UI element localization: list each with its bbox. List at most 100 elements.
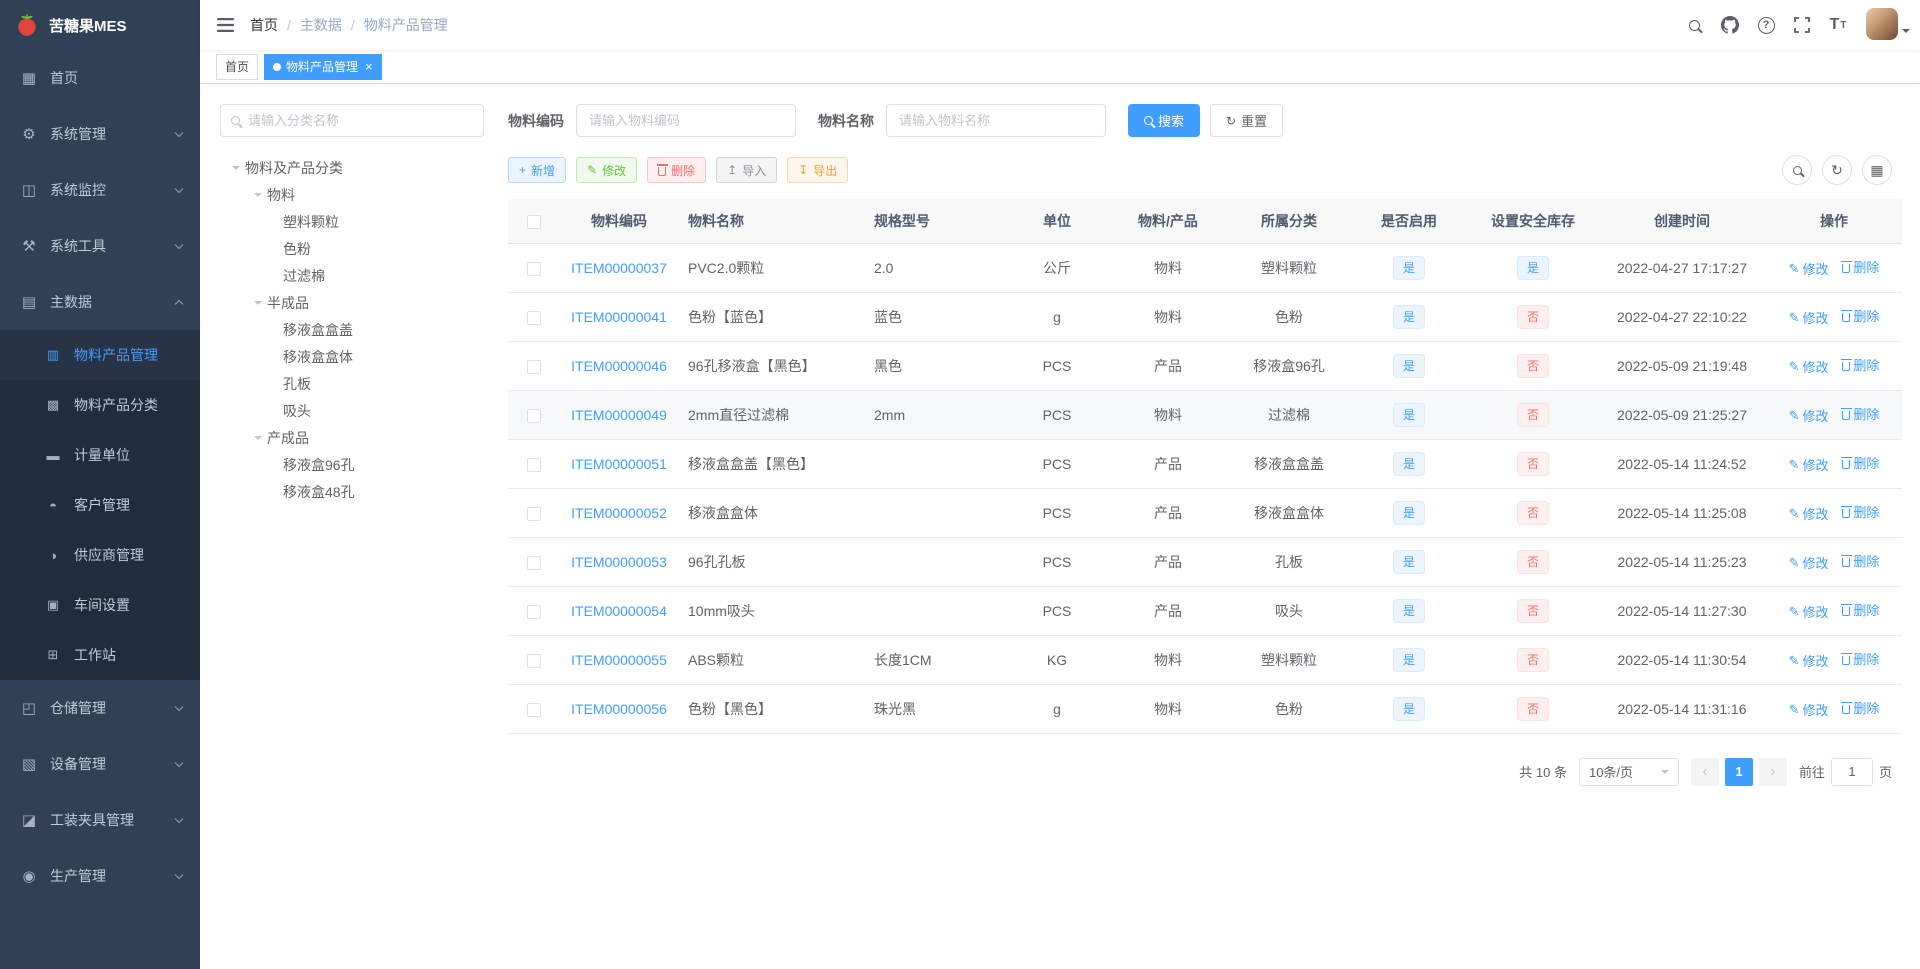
edit-link[interactable]: ✎ 修改 xyxy=(1789,504,1829,523)
tree-node[interactable]: 半成品 xyxy=(220,289,484,316)
tree-node[interactable]: 物料及产品分类 xyxy=(220,154,484,181)
page-size-select[interactable]: 10条/页 xyxy=(1578,757,1679,786)
edit-link[interactable]: ✎ 修改 xyxy=(1789,406,1829,425)
material-code-link[interactable]: ITEM00000041 xyxy=(571,309,667,325)
delete-button[interactable]: 删除 xyxy=(647,157,707,183)
edit-link[interactable]: ✎ 修改 xyxy=(1789,700,1829,719)
table-row[interactable]: ITEM00000051 移液盒盒盖【黑色】 PCS 产品 移液盒盒盖 是 否 … xyxy=(508,439,1902,489)
sidebar-item-system-tools[interactable]: ⚒ 系统工具 xyxy=(0,218,200,274)
tree-node[interactable]: 过滤棉 xyxy=(220,262,484,289)
caret-down-icon[interactable] xyxy=(254,192,262,201)
sidebar-item-warehouse-mgmt[interactable]: ◰ 仓储管理 xyxy=(0,680,200,736)
tree-node[interactable]: 物料 xyxy=(220,181,484,208)
delete-link[interactable]: 删除 xyxy=(1840,698,1879,717)
breadcrumb-item[interactable]: 主数据 xyxy=(300,15,342,35)
table-row[interactable]: ITEM00000041 色粉【蓝色】 蓝色 g 物料 色粉 是 否 2022-… xyxy=(508,292,1902,342)
github-icon[interactable] xyxy=(1714,9,1746,41)
material-code-link[interactable]: ITEM00000055 xyxy=(571,652,667,668)
material-code-link[interactable]: ITEM00000049 xyxy=(571,407,667,423)
row-checkbox[interactable] xyxy=(527,310,541,325)
material-code-link[interactable]: ITEM00000053 xyxy=(571,554,667,570)
add-button[interactable]: + 新增 xyxy=(508,157,567,183)
caret-down-icon[interactable] xyxy=(232,165,240,174)
material-code-link[interactable]: ITEM00000054 xyxy=(571,603,667,619)
edit-button[interactable]: ✎ 修改 xyxy=(576,157,638,183)
material-code-link[interactable]: ITEM00000056 xyxy=(571,701,667,717)
tree-node[interactable]: 吸头 xyxy=(220,397,484,424)
edit-link[interactable]: ✎ 修改 xyxy=(1789,455,1829,474)
row-checkbox[interactable] xyxy=(527,555,541,570)
font-size-icon[interactable]: TT xyxy=(1822,9,1854,41)
tree-node[interactable]: 移液盒96孔 xyxy=(220,451,484,478)
table-row[interactable]: ITEM00000037 PVC2.0颗粒 2.0 公斤 物料 塑料颗粒 是 是… xyxy=(508,243,1902,293)
category-search-input[interactable] xyxy=(248,113,473,128)
row-checkbox[interactable] xyxy=(527,359,541,374)
edit-link[interactable]: ✎ 修改 xyxy=(1789,553,1829,572)
fullscreen-icon[interactable] xyxy=(1786,9,1818,41)
sidebar-item-master-data[interactable]: ▤ 主数据 xyxy=(0,274,200,330)
sidebar-item-material-product-category[interactable]: ▩ 物料产品分类 xyxy=(0,380,200,430)
import-button[interactable]: ↥ 导入 xyxy=(716,157,778,183)
delete-link[interactable]: 删除 xyxy=(1840,453,1879,472)
table-row[interactable]: ITEM00000056 色粉【黑色】 珠光黑 g 物料 色粉 是 否 2022… xyxy=(508,684,1902,734)
delete-link[interactable]: 删除 xyxy=(1840,306,1879,325)
sidebar-item-workshop-settings[interactable]: ▣ 车间设置 xyxy=(0,580,200,630)
next-page-button[interactable]: › xyxy=(1758,757,1787,786)
table-row[interactable]: ITEM00000049 2mm直径过滤棉 2mm PCS 物料 过滤棉 是 否… xyxy=(508,390,1902,440)
tree-node[interactable]: 移液盒48孔 xyxy=(220,478,484,505)
row-checkbox[interactable] xyxy=(527,702,541,717)
table-row[interactable]: ITEM00000055 ABS颗粒 长度1CM KG 物料 塑料颗粒 是 否 … xyxy=(508,635,1902,685)
edit-link[interactable]: ✎ 修改 xyxy=(1789,357,1829,376)
tag-home[interactable]: 首页 xyxy=(216,53,259,80)
material-code-link[interactable]: ITEM00000051 xyxy=(571,456,667,472)
page-goto-input[interactable] xyxy=(1830,757,1873,786)
reset-button[interactable]: ↻ 重置 xyxy=(1210,104,1284,137)
row-checkbox[interactable] xyxy=(527,457,541,472)
table-row[interactable]: ITEM00000046 96孔移液盒【黑色】 黑色 PCS 产品 移液盒96孔… xyxy=(508,341,1902,391)
delete-link[interactable]: 删除 xyxy=(1840,257,1879,276)
user-menu[interactable] xyxy=(1866,8,1910,42)
sidebar-item-system-mgmt[interactable]: ⚙ 系统管理 xyxy=(0,106,200,162)
tree-node[interactable]: 孔板 xyxy=(220,370,484,397)
material-code-link[interactable]: ITEM00000037 xyxy=(571,260,667,276)
sidebar-item-tooling-fixture-mgmt[interactable]: ◪ 工装夹具管理 xyxy=(0,792,200,848)
caret-down-icon[interactable] xyxy=(254,300,262,309)
tree-node[interactable]: 色粉 xyxy=(220,235,484,262)
table-row[interactable]: ITEM00000054 10mm吸头 PCS 产品 吸头 是 否 2022-0… xyxy=(508,586,1902,636)
edit-link[interactable]: ✎ 修改 xyxy=(1789,651,1829,670)
export-button[interactable]: ↧ 导出 xyxy=(787,157,849,183)
column-settings-button[interactable]: ▦ xyxy=(1862,155,1892,185)
select-all-checkbox[interactable] xyxy=(527,214,541,229)
material-name-input[interactable] xyxy=(886,104,1106,137)
sidebar-item-system-monitor[interactable]: ◫ 系统监控 xyxy=(0,162,200,218)
material-code-input[interactable] xyxy=(576,104,796,137)
row-checkbox[interactable] xyxy=(527,604,541,619)
table-row[interactable]: ITEM00000053 96孔孔板 PCS 产品 孔板 是 否 2022-05… xyxy=(508,537,1902,587)
help-icon[interactable]: ? xyxy=(1750,9,1782,41)
breadcrumb-item[interactable]: 首页 xyxy=(250,15,278,35)
edit-link[interactable]: ✎ 修改 xyxy=(1789,602,1829,621)
material-code-link[interactable]: ITEM00000052 xyxy=(571,505,667,521)
toggle-search-button[interactable] xyxy=(1782,155,1812,185)
tree-node[interactable]: 移液盒盒体 xyxy=(220,343,484,370)
close-icon[interactable]: × xyxy=(365,60,373,73)
delete-link[interactable]: 删除 xyxy=(1840,355,1879,374)
edit-link[interactable]: ✎ 修改 xyxy=(1789,259,1829,278)
logo[interactable]: 苦糖果MES xyxy=(0,0,200,50)
search-button[interactable]: 搜索 xyxy=(1128,104,1201,137)
search-icon[interactable] xyxy=(1678,9,1710,41)
material-code-link[interactable]: ITEM00000046 xyxy=(571,358,667,374)
tree-node[interactable]: 产成品 xyxy=(220,424,484,451)
delete-link[interactable]: 删除 xyxy=(1840,551,1879,570)
sidebar-item-production-mgmt[interactable]: ◉ 生产管理 xyxy=(0,848,200,904)
sidebar-item-workstation[interactable]: ⊞ 工作站 xyxy=(0,630,200,680)
row-checkbox[interactable] xyxy=(527,261,541,276)
delete-link[interactable]: 删除 xyxy=(1840,502,1879,521)
sidebar-item-customer-mgmt[interactable]: ◓ 客户管理 xyxy=(0,480,200,530)
row-checkbox[interactable] xyxy=(527,408,541,423)
row-checkbox[interactable] xyxy=(527,653,541,668)
sidebar-item-home[interactable]: ▦ 首页 xyxy=(0,50,200,106)
tree-node[interactable]: 移液盒盒盖 xyxy=(220,316,484,343)
delete-link[interactable]: 删除 xyxy=(1840,600,1879,619)
delete-link[interactable]: 删除 xyxy=(1840,404,1879,423)
